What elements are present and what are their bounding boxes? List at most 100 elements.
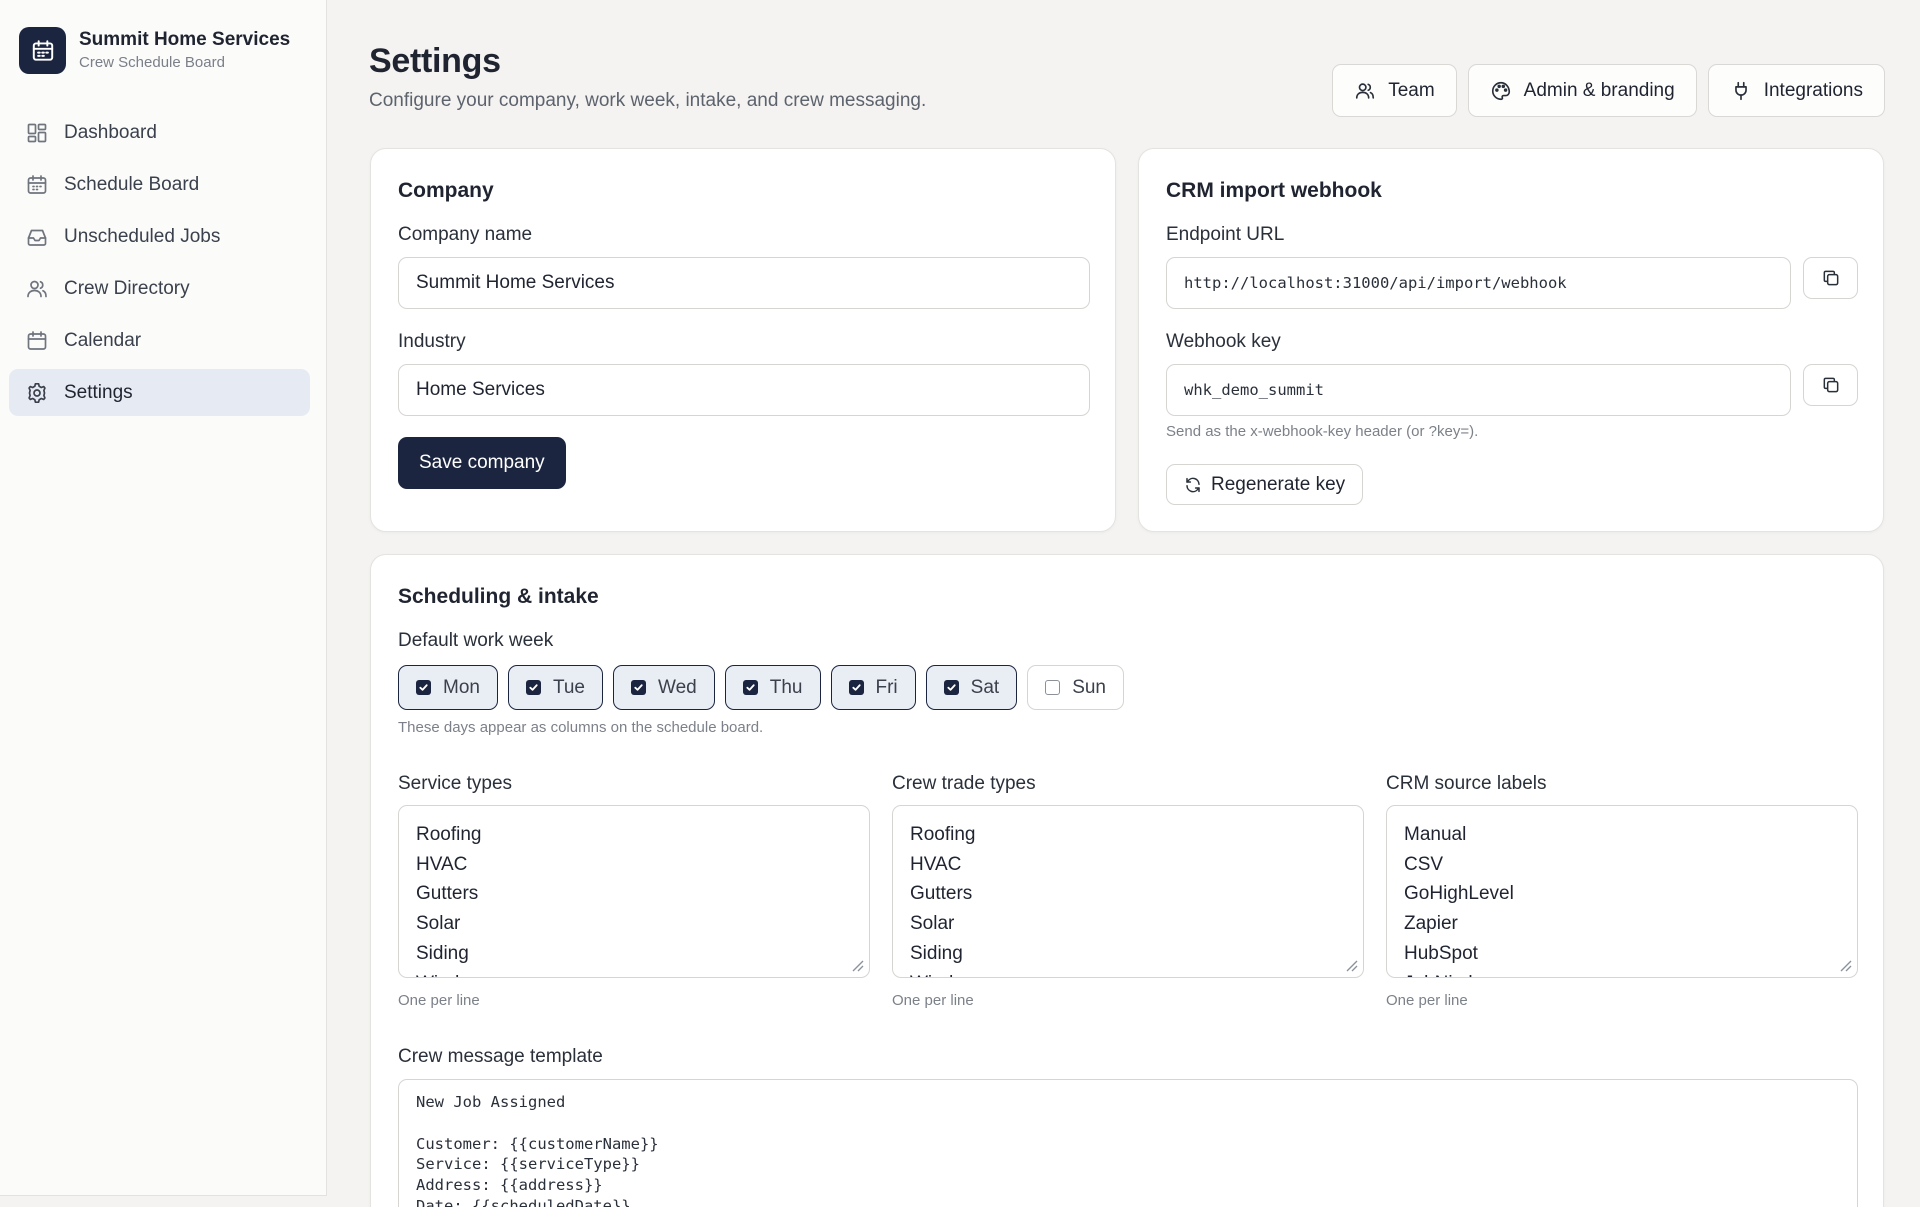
template-line: Date: {{scheduledDate}} — [416, 1196, 631, 1207]
work-week-days: Mon Tue Wed Thu Fri Sat Sun — [398, 665, 1124, 710]
company-card-title: Company — [398, 179, 494, 202]
copy-icon — [1821, 375, 1841, 395]
crm-source-labels-hint: One per line — [1386, 992, 1468, 1009]
industry-input[interactable]: Home Services — [398, 364, 1090, 416]
textarea-line: Solar — [910, 913, 955, 935]
checkbox-checked-icon — [416, 680, 431, 695]
crew-message-template-label: Crew message template — [398, 1046, 603, 1067]
template-line — [416, 1113, 1840, 1134]
sidebar-item-unscheduled-jobs[interactable]: Unscheduled Jobs — [9, 213, 310, 260]
textarea-line: Manual — [1404, 824, 1467, 845]
day-toggle-tue[interactable]: Tue — [507, 665, 604, 710]
day-toggle-thu[interactable]: Thu — [724, 665, 821, 710]
company-card: Company Company name Summit Home Service… — [370, 148, 1116, 532]
sidebar-item-label: Dashboard — [64, 121, 157, 143]
sidebar-item-settings[interactable]: Settings — [9, 369, 310, 416]
checkbox-checked-icon — [631, 680, 647, 695]
inbox-icon — [25, 225, 49, 249]
sidebar-item-crew-directory[interactable]: Crew Directory — [9, 265, 310, 312]
template-line: Service: {{serviceType}} — [416, 1155, 640, 1174]
textarea-line: Siding — [416, 942, 469, 964]
work-week-label: Default work week — [398, 630, 554, 651]
checkbox-checked-icon — [742, 680, 758, 695]
copy-icon — [1821, 268, 1841, 288]
day-toggle-mon[interactable]: Mon — [398, 665, 498, 710]
copy-key-button[interactable] — [1803, 364, 1858, 406]
endpoint-url-label: Endpoint URL — [1166, 224, 1285, 245]
webhook-card-title: CRM import webhook — [1166, 179, 1382, 202]
day-label: Fri — [875, 676, 898, 698]
template-line: New Job Assigned — [416, 1093, 566, 1111]
textarea-line: Zapier — [1404, 913, 1458, 935]
day-toggle-sun[interactable]: Sun — [1027, 665, 1124, 710]
service-types-textarea[interactable]: Roofing HVAC Gutters Solar Siding Window… — [398, 805, 870, 978]
admin-branding-button-label: Admin & branding — [1523, 79, 1675, 101]
sidebar-item-dashboard[interactable]: Dashboard — [9, 109, 310, 156]
webhook-key-field[interactable]: whk_demo_summit — [1166, 364, 1791, 416]
sidebar-item-label: Calendar — [64, 329, 142, 351]
brand[interactable]: Summit Home Services Crew Schedule Board — [19, 27, 290, 74]
admin-branding-button[interactable]: Admin & branding — [1467, 64, 1697, 117]
dashboard-icon — [25, 121, 49, 145]
users-icon — [25, 277, 49, 301]
regenerate-key-button[interactable]: Regenerate key — [1166, 464, 1364, 505]
team-button[interactable]: Team — [1332, 64, 1457, 117]
company-name-input[interactable]: Summit Home Services — [398, 257, 1090, 309]
work-week-hint: These days appear as columns on the sche… — [398, 719, 764, 736]
day-toggle-sat[interactable]: Sat — [925, 665, 1018, 710]
endpoint-url-field[interactable]: http://localhost:31000/api/import/webhoo… — [1166, 257, 1791, 309]
textarea-line: HVAC — [910, 853, 962, 875]
day-label: Sat — [970, 676, 1000, 698]
sidebar-item-calendar[interactable]: Calendar — [9, 317, 310, 364]
service-types-hint: One per line — [398, 992, 480, 1009]
textarea-line: Roofing — [416, 824, 482, 845]
save-company-button[interactable]: Save company — [398, 437, 566, 489]
crew-trade-types-hint: One per line — [892, 992, 974, 1009]
crew-message-template-textarea[interactable]: New Job Assigned Customer: {{customerNam… — [398, 1079, 1858, 1207]
resize-handle-icon[interactable] — [1344, 958, 1358, 972]
page-subtitle: Configure your company, work week, intak… — [369, 90, 927, 111]
calendar-icon — [25, 329, 49, 353]
textarea-line: Windows — [416, 969, 852, 977]
sidebar-nav: Dashboard Schedule Board Unscheduled Job… — [9, 109, 310, 421]
day-label: Sun — [1072, 676, 1106, 698]
gear-icon — [25, 381, 49, 405]
textarea-line: CSV — [1404, 853, 1444, 875]
day-label: Thu — [769, 676, 803, 698]
page-title: Settings — [369, 42, 501, 80]
calendar-grid-icon — [25, 173, 49, 197]
plug-icon — [1730, 80, 1752, 102]
regenerate-key-label: Regenerate key — [1211, 473, 1346, 495]
sidebar-item-label: Unscheduled Jobs — [64, 225, 221, 247]
company-name-label: Company name — [398, 224, 533, 245]
checkbox-checked-icon — [525, 680, 541, 695]
day-toggle-wed[interactable]: Wed — [613, 665, 715, 710]
template-line: Address: {{address}} — [416, 1176, 603, 1195]
crew-trade-types-textarea[interactable]: Roofing HVAC Gutters Solar Siding Window… — [892, 805, 1364, 978]
sidebar-item-schedule-board[interactable]: Schedule Board — [9, 161, 310, 208]
service-types-label: Service types — [398, 773, 513, 794]
crm-source-labels-textarea[interactable]: Manual CSV GoHighLevel Zapier HubSpot Jo… — [1386, 805, 1858, 978]
textarea-line: Gutters — [910, 883, 973, 905]
industry-label: Industry — [398, 331, 466, 352]
sidebar-item-label: Settings — [64, 381, 133, 403]
day-label: Tue — [552, 676, 586, 698]
resize-handle-icon[interactable] — [850, 958, 864, 972]
day-toggle-fri[interactable]: Fri — [830, 665, 916, 710]
app-name: Summit Home Services — [79, 29, 291, 50]
sidebar: Summit Home Services Crew Schedule Board… — [0, 0, 327, 1196]
resize-handle-icon[interactable] — [1838, 958, 1852, 972]
crew-trade-types-label: Crew trade types — [892, 773, 1036, 794]
textarea-line: Windows — [910, 969, 1346, 977]
users-icon — [1354, 80, 1376, 102]
textarea-line: JobNimbus — [1404, 969, 1840, 977]
integrations-button-label: Integrations — [1763, 79, 1863, 101]
textarea-line: HVAC — [416, 853, 468, 875]
checkbox-unchecked-icon — [1045, 680, 1061, 695]
integrations-button[interactable]: Integrations — [1707, 64, 1885, 117]
crm-webhook-card: CRM import webhook Endpoint URL http://l… — [1138, 148, 1884, 532]
copy-endpoint-button[interactable] — [1803, 257, 1858, 299]
textarea-line: Solar — [416, 913, 461, 935]
header-actions: Team Admin & branding Integrations — [1332, 64, 1885, 117]
sidebar-item-label: Crew Directory — [64, 277, 190, 299]
